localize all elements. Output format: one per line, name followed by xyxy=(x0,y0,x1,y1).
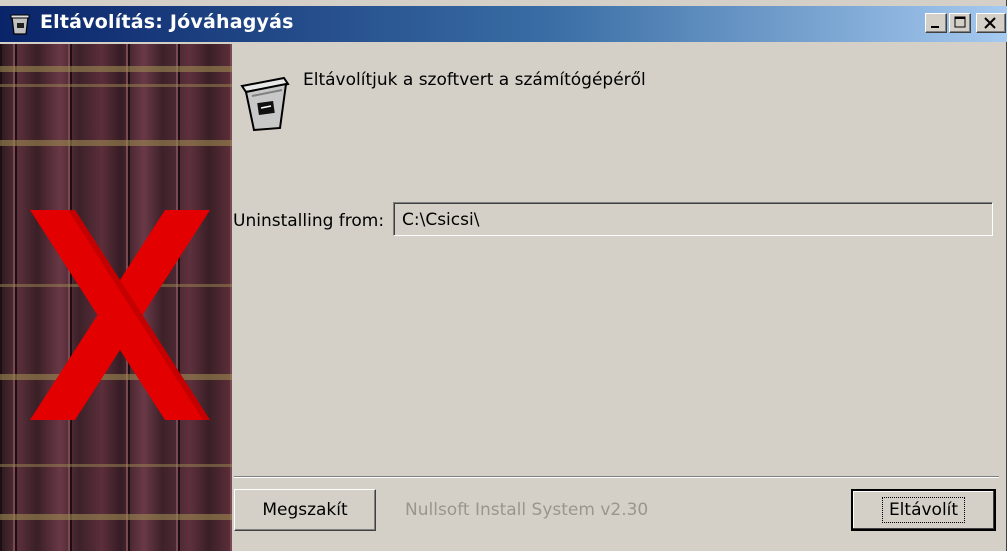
spine-band xyxy=(0,514,232,520)
spine-band xyxy=(0,66,232,72)
title-bar[interactable]: Eltávolítás: Jóváhagyás xyxy=(0,6,1007,42)
book-spines-image xyxy=(0,44,232,551)
uninstall-dialog: Eltávolítás: Jóváhagyás Eltávolítjuk a s… xyxy=(0,0,1007,551)
window-title: Eltávolítás: Jóváhagyás xyxy=(40,11,294,33)
cancel-button[interactable]: Megszakít xyxy=(234,489,376,531)
red-x-icon xyxy=(30,210,210,420)
spine-band xyxy=(0,464,232,467)
maximize-button[interactable] xyxy=(949,13,971,33)
nsis-branding: Nullsoft Install System v2.30 xyxy=(405,500,649,520)
trash-icon xyxy=(10,14,30,35)
close-icon xyxy=(984,17,996,29)
maximize-icon xyxy=(954,16,966,28)
header-text: Eltávolítjuk a szoftvert a számítógépérő… xyxy=(303,70,646,90)
uninstall-path-field[interactable]: C:\Csicsi\ xyxy=(393,202,993,236)
close-button[interactable] xyxy=(976,13,1006,33)
footer-separator xyxy=(234,476,999,478)
uninstall-button-label: Eltávolít xyxy=(881,497,966,523)
minimize-button[interactable] xyxy=(925,13,947,33)
trash-icon xyxy=(240,76,290,132)
cancel-button-label: Megszakít xyxy=(262,500,348,520)
spine-band xyxy=(0,140,232,146)
uninstall-from-label: Uninstalling from: xyxy=(233,211,385,231)
spine-band xyxy=(0,84,232,87)
book-spine xyxy=(0,44,15,551)
minimize-icon xyxy=(931,26,939,28)
uninstall-button[interactable]: Eltávolít xyxy=(851,489,996,531)
